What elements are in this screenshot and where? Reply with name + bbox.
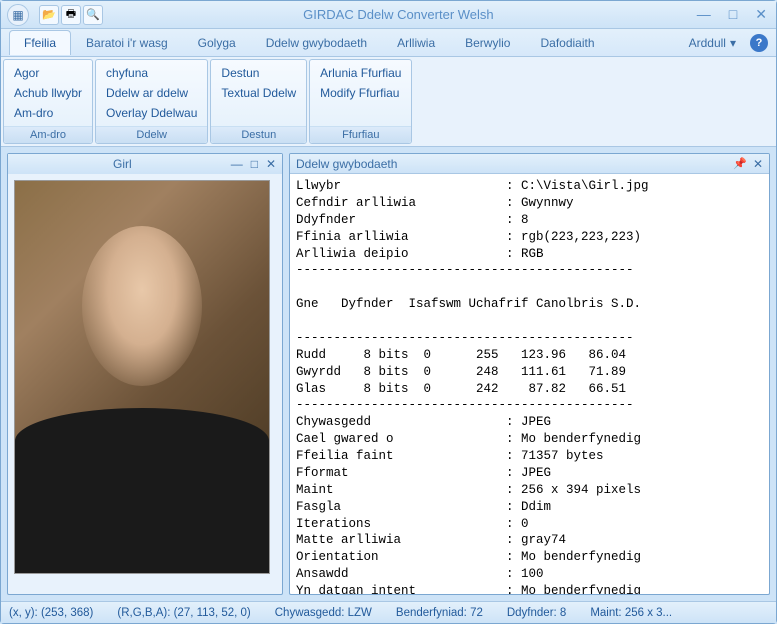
- tab-baratoi-i-r-wasg[interactable]: Baratoi i'r wasg: [71, 30, 183, 55]
- tab-berwylio[interactable]: Berwylio: [450, 30, 525, 55]
- ribbon-group-ffurfiau: Arlunia Ffurfiau Modify Ffurfiau Ffurfiau: [309, 59, 412, 144]
- status-resolution: Benderfyniad: 72: [396, 607, 483, 619]
- minimize-button[interactable]: —: [694, 6, 714, 23]
- info-panel-title: Ddelw gwybodaeth: [296, 157, 397, 171]
- ribbon-item-overlay-ddelwau[interactable]: Overlay Ddelwau: [104, 104, 199, 122]
- window-controls: — □ ✕: [694, 6, 770, 23]
- child-window-titlebar[interactable]: Girl — □ ✕: [8, 154, 282, 174]
- panel-close-button[interactable]: ✕: [753, 157, 763, 171]
- image-child-window: Girl — □ ✕: [7, 153, 283, 595]
- print-preview-icon[interactable]: 🔍: [83, 5, 103, 25]
- app-title: GIRDAC Ddelw Converter Welsh: [103, 7, 694, 22]
- ribbon-item-am-dro[interactable]: Am-dro: [12, 104, 84, 122]
- ribbon-item-textual-ddelw[interactable]: Textual Ddelw: [219, 84, 298, 102]
- status-compression: Chywasgedd: LZW: [275, 607, 372, 619]
- titlebar: ▦ 📂 🖶 🔍 GIRDAC Ddelw Converter Welsh — □…: [1, 1, 776, 29]
- print-icon[interactable]: 🖶: [61, 5, 81, 25]
- open-icon[interactable]: 📂: [39, 5, 59, 25]
- ribbon-body: Agor Achub llwybr Am-dro Am-dro chyfuna Ddelw…: [1, 57, 776, 147]
- info-text: Llwybr : C:\Vista\Girl.jpg Cefndir arlli…: [290, 174, 769, 594]
- help-button[interactable]: ?: [750, 34, 768, 52]
- tab-dafodiaith[interactable]: Dafodiaith: [525, 30, 609, 55]
- ribbon-item-destun[interactable]: Destun: [219, 64, 298, 82]
- tab-ddelw-gwybodaeth[interactable]: Ddelw gwybodaeth: [251, 30, 382, 55]
- ribbon-item-ddelw-ar-ddelw[interactable]: Ddelw ar ddelw: [104, 84, 199, 102]
- status-depth: Ddyfnder: 8: [507, 607, 566, 619]
- info-panel-header[interactable]: Ddelw gwybodaeth 📌 ✕: [290, 154, 769, 174]
- ribbon-group-ddelw: chyfuna Ddelw ar ddelw Overlay Ddelwau Ddel…: [95, 59, 208, 144]
- status-size: Maint: 256 x 3...: [590, 607, 672, 619]
- ribbon-item-achub-llwybr[interactable]: Achub llwybr: [12, 84, 84, 102]
- ribbon-group-am-dro: Agor Achub llwybr Am-dro Am-dro: [3, 59, 93, 144]
- tab-golyga[interactable]: Golyga: [183, 30, 251, 55]
- workspace: Girl — □ ✕ Ddelw gwybodaeth 📌 ✕ Llwybr :…: [1, 147, 776, 601]
- child-window-title: Girl: [14, 157, 231, 171]
- ribbon-group-label: Am-dro: [4, 126, 92, 143]
- ribbon-tab-row: FfeiliaBaratoi i'r wasgGolygaDdelw gwybo…: [1, 29, 776, 57]
- chevron-down-icon: ▾: [730, 36, 736, 50]
- child-maximize-button[interactable]: □: [251, 157, 258, 171]
- image-icon: ▦: [12, 8, 23, 22]
- ribbon-item-agor[interactable]: Agor: [12, 64, 84, 82]
- app-menu-button[interactable]: ▦: [7, 4, 29, 26]
- ribbon-group-label: Destun: [211, 126, 306, 143]
- child-minimize-button[interactable]: —: [231, 157, 243, 171]
- status-xy: (x, y): (253, 368): [9, 607, 93, 619]
- statusbar: (x, y): (253, 368) (R,G,B,A): (27, 113, …: [1, 601, 776, 623]
- ribbon-group-label: Ddelw: [96, 126, 207, 143]
- ribbon-item-chyfuna[interactable]: chyfuna: [104, 64, 199, 82]
- quick-access-toolbar: 📂 🖶 🔍: [39, 5, 103, 25]
- tab-ffeilia[interactable]: Ffeilia: [9, 30, 71, 55]
- image-content: [14, 180, 270, 574]
- status-rgba: (R,G,B,A): (27, 113, 52, 0): [117, 607, 250, 619]
- ribbon-item-arlunia-ffurfiau[interactable]: Arlunia Ffurfiau: [318, 64, 403, 82]
- info-panel: Ddelw gwybodaeth 📌 ✕ Llwybr : C:\Vista\G…: [289, 153, 770, 595]
- ribbon-group-label: Ffurfiau: [310, 126, 411, 143]
- pin-icon[interactable]: 📌: [733, 157, 747, 170]
- ribbon-item-modify-ffurfiau[interactable]: Modify Ffurfiau: [318, 84, 403, 102]
- ribbon-group-destun: Destun Textual Ddelw Destun: [210, 59, 307, 144]
- child-close-button[interactable]: ✕: [266, 157, 276, 171]
- maximize-button[interactable]: □: [726, 6, 740, 23]
- app-window: ▦ 📂 🖶 🔍 GIRDAC Ddelw Converter Welsh — □…: [0, 0, 777, 624]
- style-label: Arddull: [689, 36, 726, 50]
- tab-arlliwia[interactable]: Arlliwia: [382, 30, 450, 55]
- close-button[interactable]: ✕: [752, 6, 770, 23]
- style-dropdown[interactable]: Arddull ▾: [681, 32, 744, 54]
